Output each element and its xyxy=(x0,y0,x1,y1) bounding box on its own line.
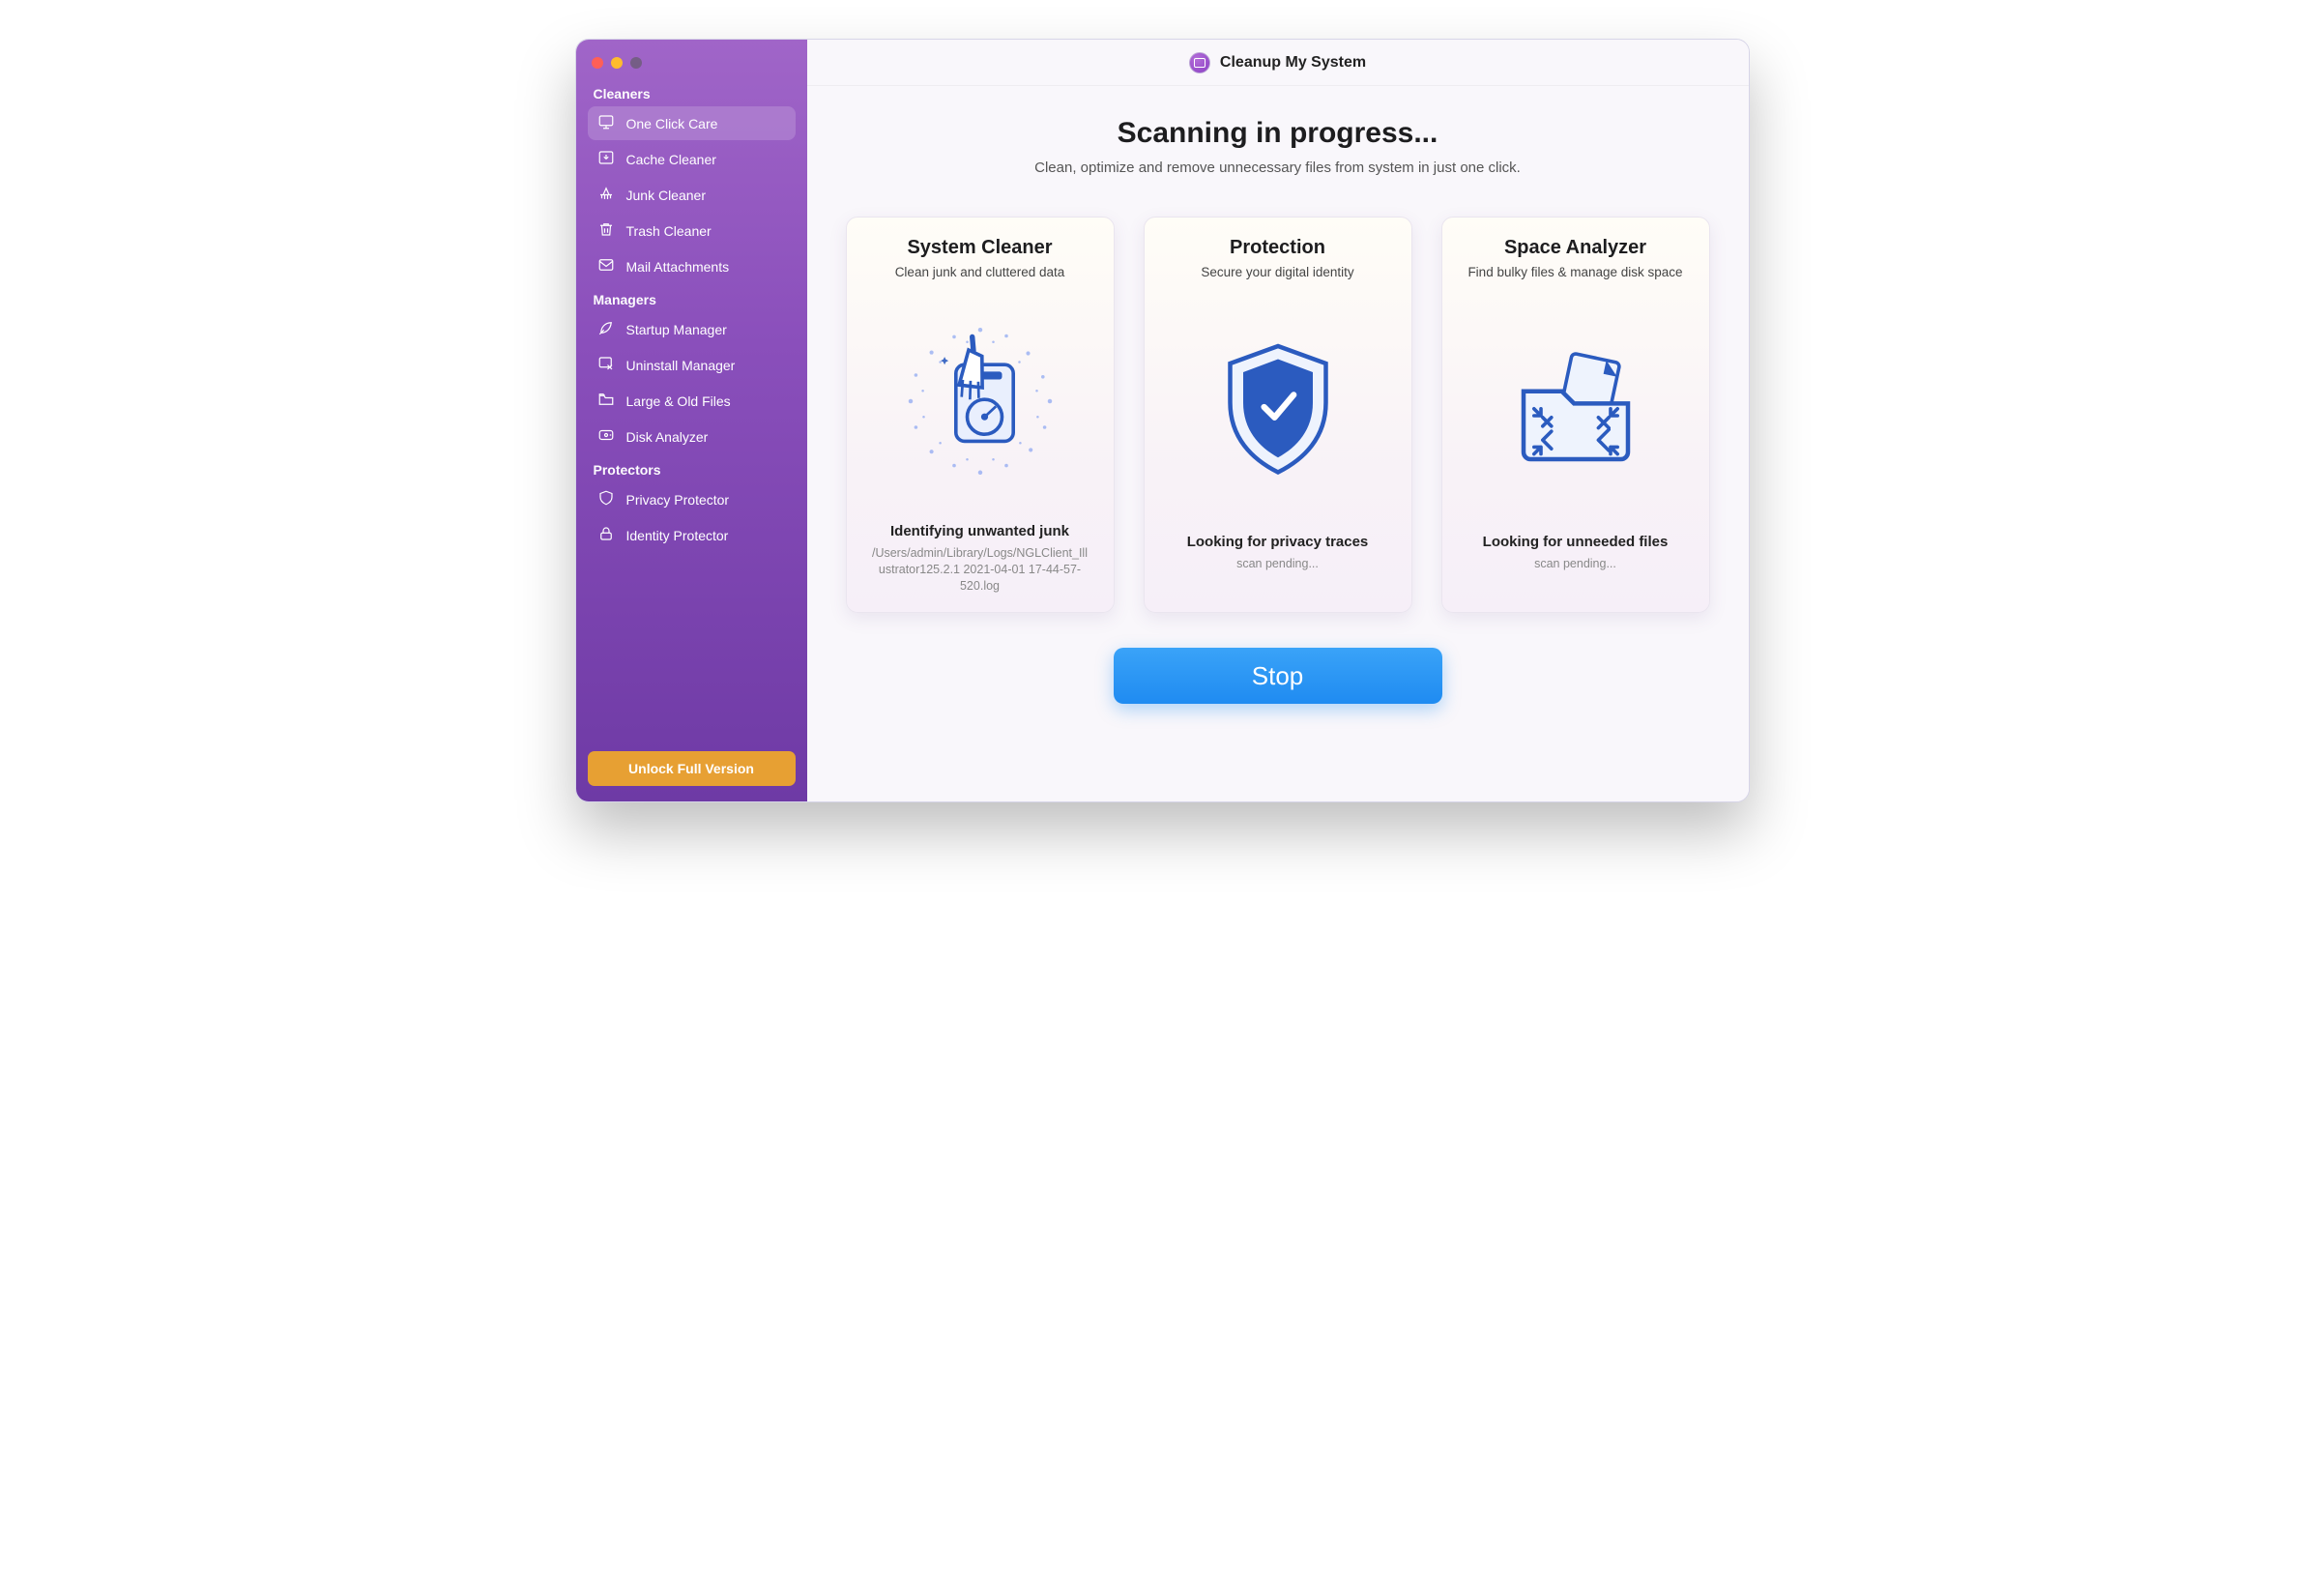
sidebar-item-label: Cache Cleaner xyxy=(626,152,716,167)
sidebar-item-label: Privacy Protector xyxy=(626,492,730,508)
stop-button[interactable]: Stop xyxy=(1114,648,1442,704)
sidebar-section-managers: Managers xyxy=(588,284,796,311)
page-heading: Scanning in progress... xyxy=(846,117,1710,150)
sidebar-item-label: Uninstall Manager xyxy=(626,358,736,373)
sidebar-section-cleaners: Cleaners xyxy=(588,78,796,105)
sidebar-item-trash-cleaner[interactable]: Trash Cleaner xyxy=(588,214,796,247)
sidebar-item-startup-manager[interactable]: Startup Manager xyxy=(588,312,796,346)
action-row: Stop xyxy=(846,648,1710,704)
card-status: Identifying unwanted junk xyxy=(890,523,1069,539)
sidebar-item-label: Large & Old Files xyxy=(626,393,731,409)
app-title: Cleanup My System xyxy=(1220,54,1366,72)
sidebar-item-label: Startup Manager xyxy=(626,322,727,337)
card-subtitle: Secure your digital identity xyxy=(1201,265,1353,279)
card-status-detail: scan pending... xyxy=(1231,556,1324,595)
card-system-cleaner: System Cleaner Clean junk and cluttered … xyxy=(846,217,1115,613)
trash-icon xyxy=(597,220,615,241)
sidebar-section-protectors: Protectors xyxy=(588,454,796,481)
folder-icon xyxy=(597,391,615,411)
sidebar-item-large-old-files[interactable]: Large & Old Files xyxy=(588,384,796,418)
uninstall-icon xyxy=(597,355,615,375)
card-status: Looking for unneeded files xyxy=(1483,534,1669,550)
download-box-icon xyxy=(597,149,615,169)
titlebar: Cleanup My System xyxy=(807,40,1749,86)
card-title: System Cleaner xyxy=(907,237,1052,259)
sidebar-item-label: Junk Cleaner xyxy=(626,188,707,203)
sidebar-item-privacy-protector[interactable]: Privacy Protector xyxy=(588,482,796,516)
page-subheading: Clean, optimize and remove unnecessary f… xyxy=(846,160,1710,176)
unlock-full-version-button[interactable]: Unlock Full Version xyxy=(588,751,796,786)
sidebar-item-junk-cleaner[interactable]: Junk Cleaner xyxy=(588,178,796,212)
app-window: Cleaners One Click Care Cache Cleaner Ju… xyxy=(575,39,1750,802)
window-controls xyxy=(588,53,796,78)
minimize-window-button[interactable] xyxy=(611,57,623,69)
card-protection: Protection Secure your digital identity … xyxy=(1144,217,1412,613)
disk-icon xyxy=(597,426,615,447)
card-status: Looking for privacy traces xyxy=(1187,534,1369,550)
lock-icon xyxy=(597,525,615,545)
rocket-icon xyxy=(597,319,615,339)
sidebar-item-identity-protector[interactable]: Identity Protector xyxy=(588,518,796,552)
sidebar-item-label: One Click Care xyxy=(626,116,718,131)
protection-illustration xyxy=(1162,279,1394,534)
sidebar-item-label: Trash Cleaner xyxy=(626,223,712,239)
sidebar-item-one-click-care[interactable]: One Click Care xyxy=(588,106,796,140)
cards-row: System Cleaner Clean junk and cluttered … xyxy=(846,217,1710,613)
close-window-button[interactable] xyxy=(592,57,603,69)
content: Scanning in progress... Clean, optimize … xyxy=(807,86,1749,801)
space-analyzer-illustration xyxy=(1460,279,1692,534)
mail-icon xyxy=(597,256,615,276)
card-title: Space Analyzer xyxy=(1504,237,1646,259)
card-status-detail: /Users/admin/Library/Logs/NGLClient_Illu… xyxy=(864,545,1096,595)
sidebar-item-mail-attachments[interactable]: Mail Attachments xyxy=(588,249,796,283)
shield-icon xyxy=(597,489,615,509)
card-space-analyzer: Space Analyzer Find bulky files & manage… xyxy=(1441,217,1710,613)
card-subtitle: Find bulky files & manage disk space xyxy=(1467,265,1682,279)
sidebar-item-label: Identity Protector xyxy=(626,528,729,543)
sidebar-item-disk-analyzer[interactable]: Disk Analyzer xyxy=(588,420,796,453)
app-icon xyxy=(1189,52,1210,73)
sidebar-item-label: Mail Attachments xyxy=(626,259,730,275)
card-status-detail: scan pending... xyxy=(1528,556,1622,595)
system-cleaner-illustration xyxy=(864,279,1096,523)
card-title: Protection xyxy=(1230,237,1325,259)
sidebar-item-cache-cleaner[interactable]: Cache Cleaner xyxy=(588,142,796,176)
sidebar-item-label: Disk Analyzer xyxy=(626,429,709,445)
main-panel: Cleanup My System Scanning in progress..… xyxy=(807,40,1749,801)
broom-icon xyxy=(597,185,615,205)
sidebar: Cleaners One Click Care Cache Cleaner Ju… xyxy=(576,40,807,801)
monitor-icon xyxy=(597,113,615,133)
maximize-window-button[interactable] xyxy=(630,57,642,69)
sidebar-item-uninstall-manager[interactable]: Uninstall Manager xyxy=(588,348,796,382)
card-subtitle: Clean junk and cluttered data xyxy=(895,265,1065,279)
